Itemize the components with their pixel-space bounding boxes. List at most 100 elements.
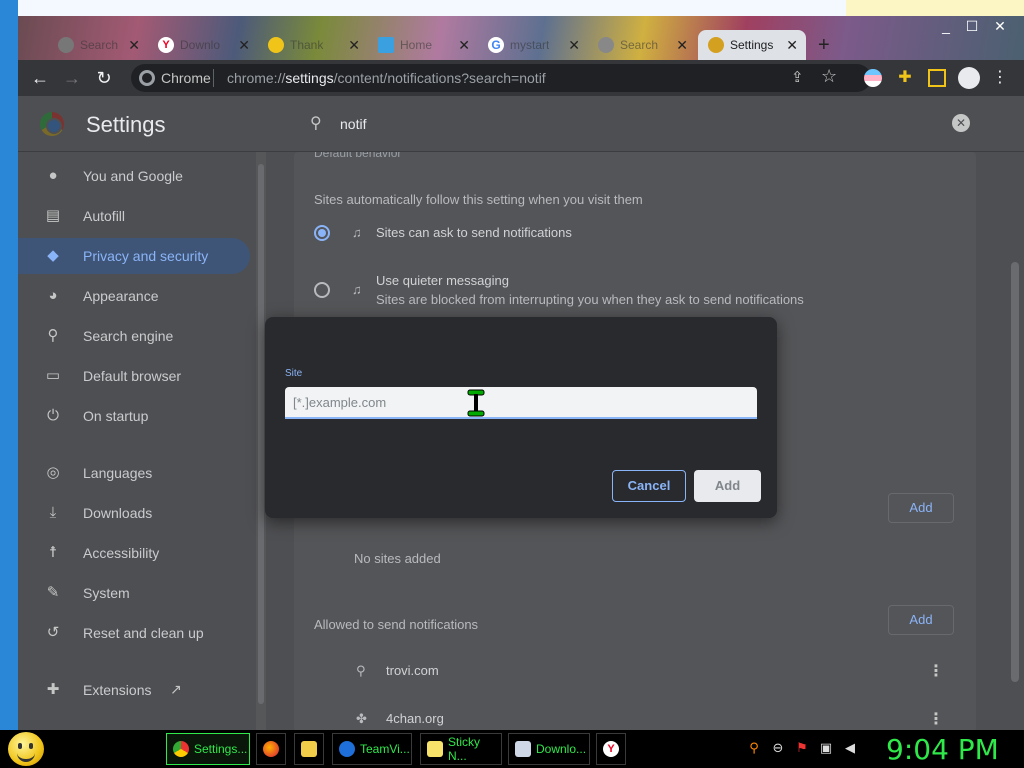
maximize-button[interactable]: ☐ <box>960 18 984 34</box>
close-icon[interactable]: ✕ <box>348 37 360 54</box>
bell-off-icon: ♫ <box>352 282 362 297</box>
taskbar-item-settings[interactable]: Settings... <box>166 733 250 765</box>
sidebar-item-privacy-and-security[interactable]: ◆ Privacy and security <box>18 238 250 274</box>
address-bar[interactable]: Chrome chrome://settings/content/notific… <box>131 64 871 92</box>
search-icon: ⚲ <box>310 115 322 132</box>
page-scrollbar[interactable] <box>1008 152 1024 732</box>
taskbar-item-sticky-notes[interactable]: Sticky N... <box>420 733 502 765</box>
close-icon[interactable]: ✕ <box>786 37 798 54</box>
teamviewer-icon <box>339 741 355 757</box>
taskbar-item-firefox[interactable] <box>256 733 286 765</box>
sidebar-item-downloads[interactable]: ⤓ Downloads <box>18 495 250 531</box>
taskbar-item-teamviewer[interactable]: TeamVi... <box>332 733 412 765</box>
search-icon: ⚲ <box>47 327 59 344</box>
close-icon[interactable]: ✕ <box>238 37 250 54</box>
tray-minus-icon[interactable]: ⊖ <box>770 740 786 756</box>
tab-settings[interactable]: Settings ✕ <box>698 30 806 60</box>
taskbar-item-yandex[interactable]: Y <box>596 733 626 765</box>
tab-mystart[interactable]: G mystart ✕ <box>478 30 588 60</box>
forward-arrow-icon[interactable]: → <box>60 66 84 90</box>
reload-icon[interactable]: ↻ <box>92 66 116 90</box>
settings-sidebar: ● You and Google ▤ Autofill ◆ Privacy an… <box>18 152 268 732</box>
tab-home[interactable]: Home ✕ <box>368 30 478 60</box>
sidebar-item-on-startup[interactable]: ⏻ On startup <box>18 398 250 434</box>
close-icon[interactable]: ✕ <box>676 37 688 54</box>
add-blocked-site-button[interactable]: Add <box>888 493 954 523</box>
clear-search-icon[interactable]: ✕ <box>952 114 970 132</box>
extension-flag-icon[interactable] <box>864 69 882 87</box>
sidebar-item-label: Search engine <box>83 328 174 344</box>
close-icon[interactable]: ✕ <box>128 37 140 54</box>
site-row-label: trovi.com <box>386 663 439 678</box>
open-external-icon: ↗ <box>170 681 182 697</box>
taskbar-item-downloads[interactable]: Downlo... <box>508 733 590 765</box>
taskbar-item-folder[interactable] <box>294 733 324 765</box>
sidebar-item-languages[interactable]: ◎ Languages <box>18 455 250 491</box>
scrollbar-thumb[interactable] <box>1011 262 1019 682</box>
bell-icon: ♫ <box>352 225 362 240</box>
sidebar-item-label: Reset and clean up <box>83 625 204 641</box>
puzzle-icon[interactable]: ✚ <box>896 69 914 87</box>
cancel-button[interactable]: Cancel <box>612 470 686 502</box>
sidebar-item-accessibility[interactable]: ☨ Accessibility <box>18 535 250 571</box>
site-more-actions-icon[interactable]: ⋮ <box>928 709 944 729</box>
tray-search-icon[interactable]: ⚲ <box>746 740 762 756</box>
taskbar-clock[interactable]: 9:04 PM <box>886 733 999 766</box>
chrome-icon <box>173 741 189 757</box>
4chan-favicon-icon: ✤ <box>356 711 367 726</box>
chrome-logo <box>40 112 64 136</box>
smiley-icon <box>268 37 284 53</box>
sidebar-item-label: Privacy and security <box>83 248 209 264</box>
start-smiley-icon[interactable] <box>8 732 44 766</box>
tray-network-icon[interactable]: ▣ <box>818 740 834 756</box>
sidebar-item-appearance[interactable]: ◕ Appearance <box>18 278 250 314</box>
sidebar-icon[interactable] <box>928 69 946 87</box>
tab-thank[interactable]: Thank ✕ <box>258 30 368 60</box>
tray-flag-icon[interactable]: ⚑ <box>794 740 810 756</box>
sidebar-item-reset-and-clean-up[interactable]: ↺ Reset and clean up <box>18 615 250 651</box>
search-icon <box>58 37 74 53</box>
url-text: chrome://settings/content/notifications?… <box>227 70 546 86</box>
close-icon[interactable]: ✕ <box>458 37 470 54</box>
puzzle-icon: ✚ <box>46 681 60 698</box>
option-quieter-label: Use quieter messaging <box>376 273 509 288</box>
desktop-left-strip <box>0 0 18 730</box>
add-allowed-site-button[interactable]: Add <box>888 605 954 635</box>
minimize-button[interactable]: _ <box>934 18 958 34</box>
power-icon: ⏻ <box>47 407 59 424</box>
bookmark-star-icon[interactable]: ☆ <box>821 66 837 87</box>
new-tab-button[interactable]: + <box>818 34 830 57</box>
site-more-actions-icon[interactable]: ⋮ <box>928 661 944 681</box>
sidebar-item-default-browser[interactable]: ▭ Default browser <box>18 358 250 394</box>
sidebar-item-label: Languages <box>83 465 153 481</box>
site-field-label: Site <box>285 368 303 379</box>
site-input[interactable]: [*.]example.com <box>285 387 757 419</box>
browser-icon: ▭ <box>45 367 61 384</box>
tab-search-1[interactable]: Search ✕ <box>48 30 148 60</box>
radio-sites-can-ask[interactable] <box>314 225 330 241</box>
share-icon[interactable]: ⇪ <box>791 68 804 86</box>
tab-label: Thank <box>290 38 324 52</box>
tab-downlo[interactable]: Y Downlo ✕ <box>148 30 258 60</box>
tray-volume-icon[interactable]: ◀ <box>842 740 858 756</box>
sidebar-item-search-engine[interactable]: ⚲ Search engine <box>18 318 250 354</box>
search-icon <box>598 37 614 53</box>
sidebar-item-autofill[interactable]: ▤ Autofill <box>18 198 250 234</box>
site-input-placeholder: [*.]example.com <box>293 395 387 410</box>
add-button[interactable]: Add <box>694 470 761 502</box>
close-icon[interactable]: ✕ <box>568 37 580 54</box>
settings-search-input[interactable]: ⚲ notif ✕ <box>302 108 978 140</box>
radio-quieter-messaging[interactable] <box>314 282 330 298</box>
tab-search-2[interactable]: Search ✕ <box>588 30 696 60</box>
scrollbar-thumb[interactable] <box>258 164 264 704</box>
menu-kebab-icon[interactable]: ⋮ <box>988 66 1012 90</box>
profile-avatar[interactable] <box>958 67 980 89</box>
sidebar-item-you-and-google[interactable]: ● You and Google <box>18 158 250 194</box>
sidebar-item-extensions[interactable]: ✚ Extensions ↗ <box>18 672 250 708</box>
tab-label: Home <box>400 38 433 52</box>
close-window-button[interactable]: ✕ <box>988 18 1012 34</box>
tab-label: Settings <box>730 38 774 52</box>
add-site-dialog: Site [*.]example.com Cancel Add <box>265 317 777 518</box>
sidebar-item-system[interactable]: ✎ System <box>18 575 250 611</box>
back-arrow-icon[interactable]: ← <box>28 66 52 90</box>
